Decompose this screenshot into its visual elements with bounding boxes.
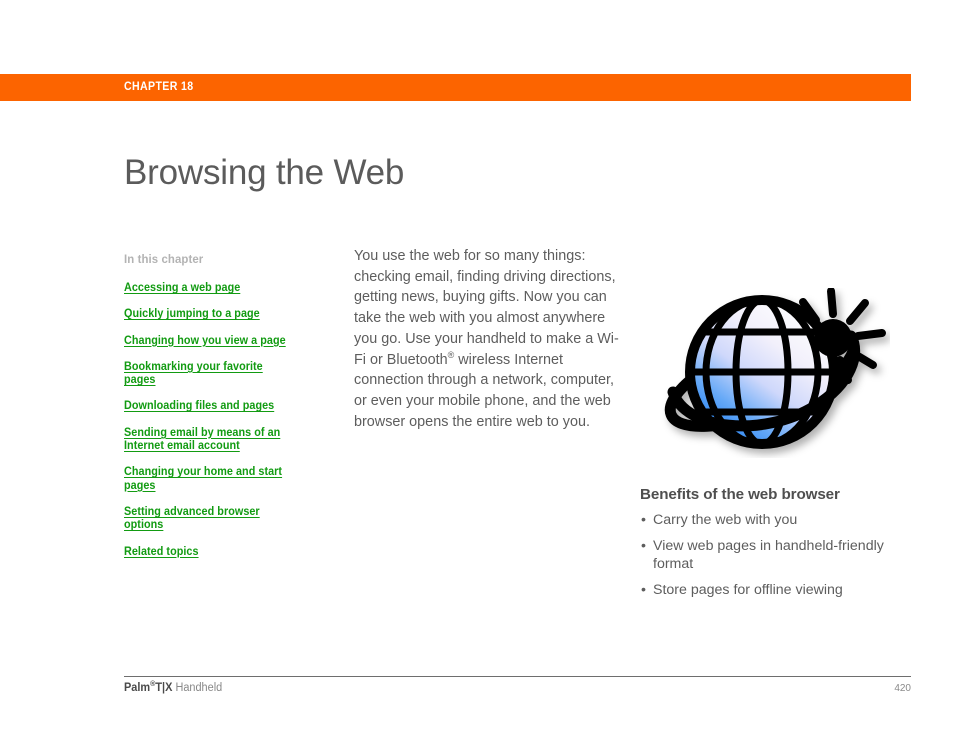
footer-product: Handheld: [172, 682, 223, 694]
in-this-chapter-nav: In this chapter Accessing a web page Qui…: [124, 252, 302, 572]
sidebar-link-accessing-a-web-page[interactable]: Accessing a web page: [124, 282, 291, 295]
sidebar-link-quickly-jumping-to-a-page[interactable]: Quickly jumping to a page: [124, 308, 291, 321]
benefit-item: Carry the web with you: [640, 511, 920, 530]
sidebar-link-changing-your-home-and-start-pages[interactable]: Changing your home and start pages: [124, 466, 291, 493]
benefit-item: Store pages for offline viewing: [640, 581, 920, 600]
sidebar-link-downloading-files-and-pages[interactable]: Downloading files and pages: [124, 400, 291, 413]
footer-product-label: Palm®T|X Handheld: [124, 680, 223, 694]
sidebar-link-setting-advanced-browser-options[interactable]: Setting advanced browser options: [124, 506, 291, 533]
benefits-panel: Benefits of the web browser Carry the we…: [640, 486, 920, 606]
footer-model: T|X: [155, 682, 173, 694]
footer-divider: [124, 676, 911, 677]
page-number: 420: [894, 683, 911, 694]
globe-illustration: [655, 288, 890, 458]
benefit-item: View web pages in handheld-friendly form…: [640, 537, 920, 574]
sidebar-heading: In this chapter: [124, 252, 204, 266]
footer-brand: Palm: [124, 682, 151, 694]
page-title: Browsing the Web: [124, 153, 405, 193]
intro-paragraph-part1: You use the web for so many things: chec…: [354, 248, 619, 368]
sidebar-link-sending-email-by-means-of-an-internet-email-account[interactable]: Sending email by means of an Internet em…: [124, 427, 291, 454]
benefits-title: Benefits of the web browser: [640, 486, 840, 503]
chapter-label: CHAPTER 18: [124, 81, 194, 93]
sidebar-link-bookmarking-your-favorite-pages[interactable]: Bookmarking your favorite pages: [124, 361, 291, 388]
intro-paragraph: You use the web for so many things: chec…: [354, 246, 622, 432]
sidebar-link-related-topics[interactable]: Related topics: [124, 546, 291, 559]
sidebar-link-changing-how-you-view-a-page[interactable]: Changing how you view a page: [124, 335, 291, 348]
spark-node: [814, 319, 852, 357]
